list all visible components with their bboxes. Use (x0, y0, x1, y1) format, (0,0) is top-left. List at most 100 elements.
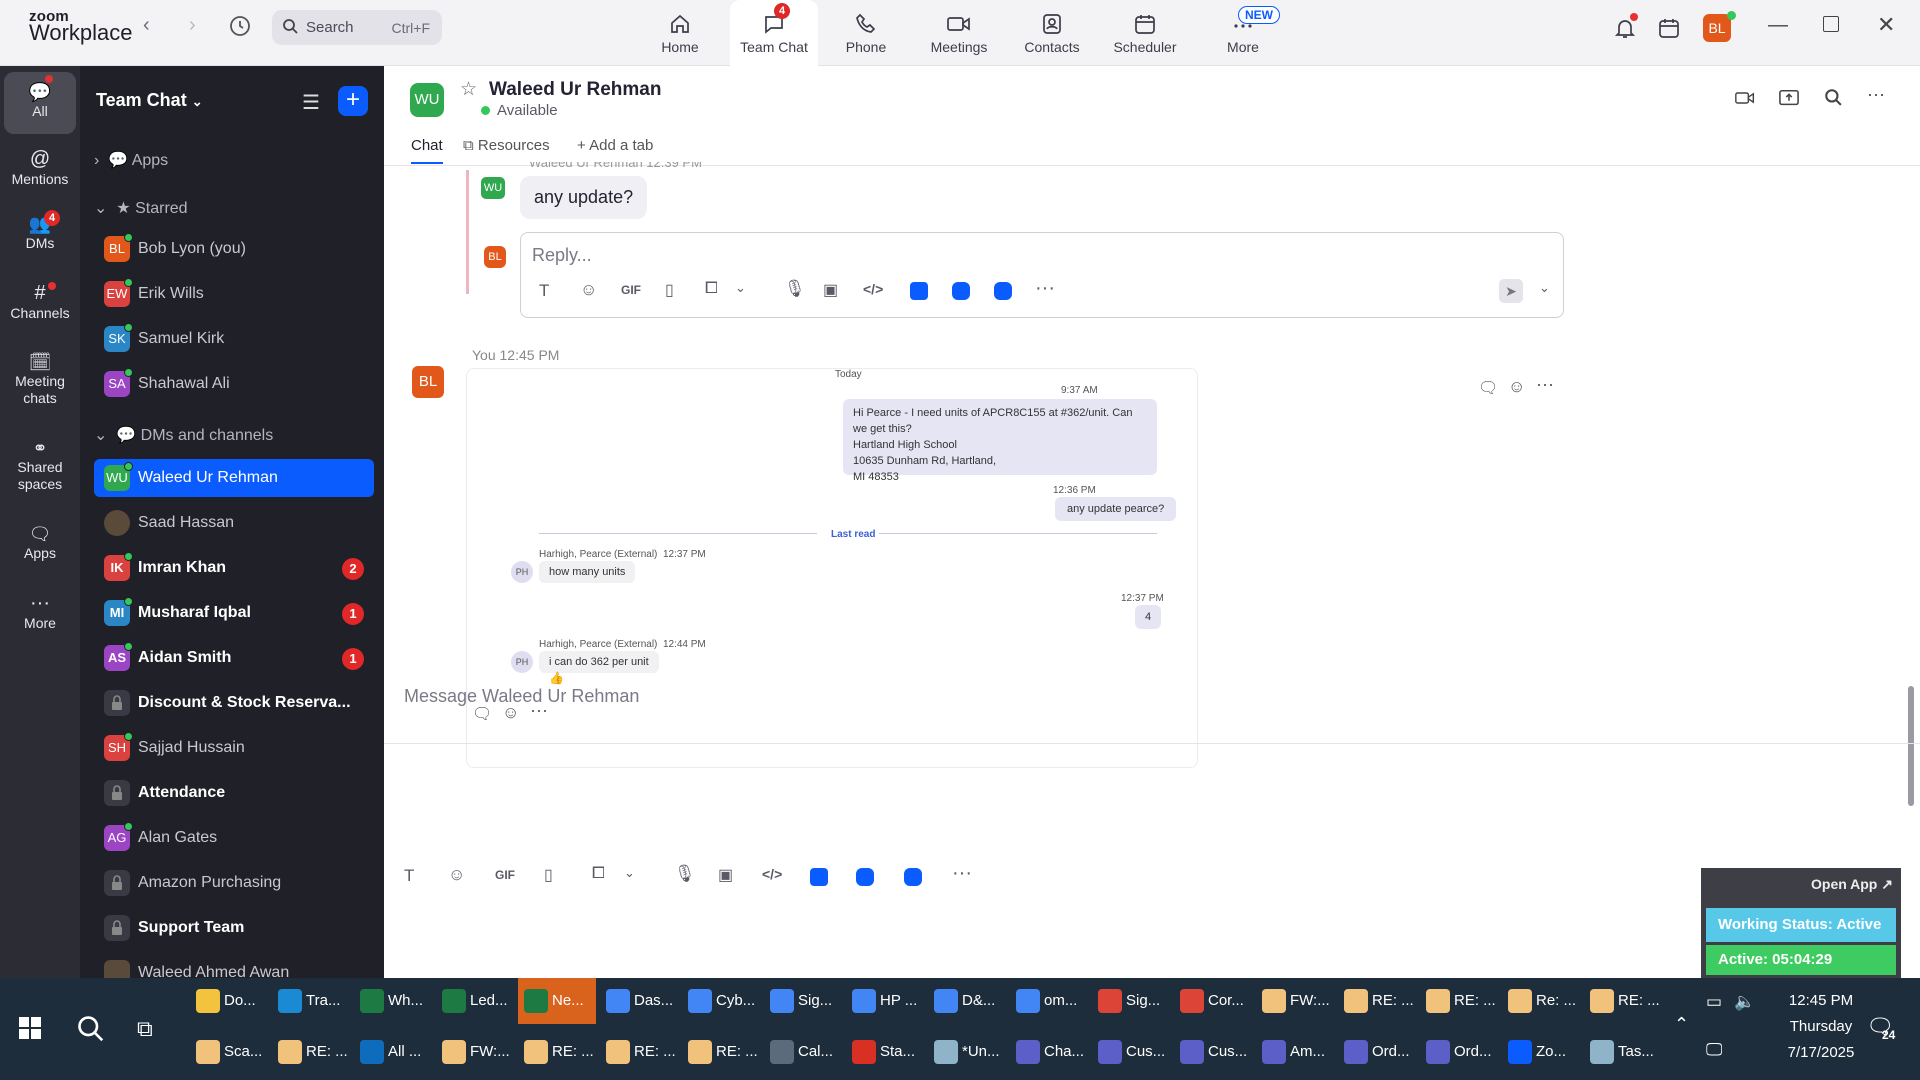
tab-add[interactable]: + Add a tab (577, 137, 653, 154)
taskbar-app[interactable]: RE: ... (518, 1029, 596, 1075)
more-options-icon[interactable]: ··· (1536, 374, 1554, 395)
nav-phone[interactable]: Phone (823, 0, 909, 66)
text-format-icon[interactable]: T (404, 866, 414, 886)
new-chat-button[interactable]: + (338, 86, 368, 116)
list-item[interactable]: MI Musharaf Iqbal 1 (94, 594, 374, 632)
taskbar-app[interactable]: HP ... (846, 978, 924, 1024)
tab-resources[interactable]: ⧉ Resources (463, 137, 550, 154)
section-apps[interactable]: › 💬 Apps (94, 150, 168, 170)
chevron-down-icon[interactable]: ⌄ (1539, 280, 1550, 296)
search-input[interactable]: Search Ctrl+F (272, 10, 442, 45)
volume-icon[interactable]: 🔈 (1734, 992, 1755, 1012)
close-icon[interactable]: ✕ (1877, 12, 1895, 38)
emoji-icon[interactable]: ☺ (448, 865, 465, 885)
taskbar-app[interactable]: Wh... (354, 978, 432, 1024)
taskbar-app[interactable]: Sig... (764, 978, 842, 1024)
taskbar-app[interactable]: Cus... (1174, 1029, 1252, 1075)
taskbar-app[interactable]: Am... (1256, 1029, 1334, 1075)
rail-channels[interactable]: # Channels (0, 282, 80, 322)
nav-scheduler[interactable]: Scheduler (1102, 0, 1188, 66)
taskbar-app[interactable]: FW:... (1256, 978, 1334, 1024)
restore-icon[interactable] (1823, 16, 1839, 32)
list-item[interactable]: Saad Hassan (94, 504, 374, 542)
chevron-up-icon[interactable]: ⌃ (1674, 1014, 1689, 1035)
nav-team-chat[interactable]: 4 Team Chat (730, 0, 818, 66)
taskbar-app[interactable]: RE: ... (1420, 978, 1498, 1024)
list-item[interactable]: BL Bob Lyon (you) (94, 230, 374, 268)
share-screen-icon[interactable] (1777, 88, 1801, 112)
rail-apps[interactable]: 🗨 Apps (0, 524, 80, 562)
list-item[interactable]: Attendance (94, 774, 374, 812)
taskbar-app[interactable]: RE: ... (1584, 978, 1662, 1024)
sidebar-title[interactable]: Team Chat ⌄ (96, 90, 203, 111)
thread-message[interactable]: any update? (520, 176, 648, 219)
list-item[interactable]: IK Imran Khan 2 (94, 549, 374, 587)
video-message-icon[interactable]: ▣ (718, 865, 733, 885)
taskbar-app[interactable]: D&... (928, 978, 1006, 1024)
task-view-icon[interactable]: ⧉ (137, 1016, 153, 1042)
active-timer[interactable]: Active: 05:04:29 (1706, 945, 1896, 975)
history-icon[interactable] (228, 14, 254, 40)
rail-meeting-chats[interactable]: 🗓 Meeting chats (0, 352, 80, 407)
list-item[interactable]: AS Aidan Smith 1 (94, 639, 374, 677)
rail-all[interactable]: 💬 All (4, 72, 76, 134)
microphone-icon[interactable]: 🎙 (784, 279, 806, 299)
file-icon[interactable]: ▯ (665, 280, 674, 300)
screenshot-icon[interactable]: ⧠ (705, 280, 718, 298)
screenshot-icon[interactable]: ⧠ (592, 865, 605, 883)
list-item[interactable]: Amazon Purchasing (94, 864, 374, 902)
taskbar-app[interactable]: Do... (190, 978, 268, 1024)
chevron-down-icon[interactable]: ⌄ (624, 865, 635, 881)
taskbar-app[interactable]: FW:... (436, 1029, 514, 1075)
list-item[interactable]: EW Erik Wills (94, 275, 374, 313)
taskbar-app[interactable]: *Un... (928, 1029, 1006, 1075)
star-outline-icon[interactable]: ☆ (460, 78, 477, 101)
taskbar-app[interactable]: RE: ... (682, 1029, 760, 1075)
section-starred[interactable]: ⌄ ★ Starred (94, 198, 188, 218)
working-status[interactable]: Working Status: Active (1706, 908, 1896, 942)
contact-avatar[interactable]: WU (410, 83, 444, 117)
section-dms[interactable]: ⌄ 💬 DMs and channels (94, 425, 273, 445)
app-icon[interactable] (810, 868, 828, 886)
file-icon[interactable]: ▯ (544, 865, 553, 885)
list-item[interactable]: Support Team (94, 909, 374, 947)
taskbar-app[interactable]: RE: ... (600, 1029, 678, 1075)
video-message-icon[interactable]: ▣ (823, 280, 838, 300)
taskbar-app[interactable]: Sta... (846, 1029, 924, 1075)
rail-mentions[interactable]: @ Mentions (0, 148, 80, 188)
taskbar-app[interactable]: Re: ... (1502, 978, 1580, 1024)
reply-thread-icon[interactable]: 🗨 (1478, 378, 1498, 398)
taskbar-app[interactable]: Sca... (190, 1029, 268, 1075)
microphone-icon[interactable]: 🎙 (674, 864, 696, 884)
chevron-down-icon[interactable]: ⌄ (735, 280, 746, 296)
list-item[interactable]: Discount & Stock Reserva... (94, 684, 374, 722)
more-options-icon[interactable]: ··· (952, 862, 972, 885)
app-icon[interactable] (856, 868, 874, 886)
taskbar-app[interactable]: Tas... (1584, 1029, 1662, 1075)
image-attachment[interactable]: Today 9:37 AM Hi Pearce - I need units o… (466, 368, 1198, 768)
taskbar-app[interactable]: Cor... (1174, 978, 1252, 1024)
taskbar-app[interactable]: Cha... (1010, 1029, 1088, 1075)
network-icon[interactable]: 🖵 (1706, 1040, 1722, 1060)
rail-more[interactable]: ··· More (0, 592, 80, 632)
user-avatar[interactable]: BL (1703, 14, 1731, 42)
windows-start-icon[interactable] (18, 1016, 42, 1045)
calendar-today-icon[interactable] (1657, 16, 1681, 45)
reply-input[interactable]: Reply... T ☺ GIF ▯ ⧠ ⌄ 🎙 ▣ </> ··· ➤ ⌄ (520, 232, 1564, 318)
forward-arrow-icon[interactable]: › (189, 14, 196, 37)
reply-thread-icon[interactable]: 🗨 (472, 704, 492, 724)
taskbar-app[interactable]: om... (1010, 978, 1088, 1024)
battery-icon[interactable]: ▭ (1706, 992, 1722, 1012)
taskbar-app[interactable]: Cal... (764, 1029, 842, 1075)
list-item-selected[interactable]: WU Waleed Ur Rehman (94, 459, 374, 497)
more-options-icon[interactable]: ··· (1864, 84, 1888, 108)
rail-shared-spaces[interactable]: ⚭ Shared spaces (0, 438, 80, 493)
taskbar-app[interactable]: Ne... (518, 978, 596, 1024)
taskbar-app[interactable]: Led... (436, 978, 514, 1024)
clock-time[interactable]: 12:45 PM (1776, 992, 1866, 1009)
message-input[interactable]: Message Waleed Ur Rehman (404, 686, 639, 707)
taskbar-app[interactable]: RE: ... (272, 1029, 350, 1075)
minimize-icon[interactable]: — (1768, 14, 1788, 37)
video-call-icon[interactable] (1733, 88, 1757, 112)
filter-icon[interactable]: ☰ (302, 90, 320, 115)
